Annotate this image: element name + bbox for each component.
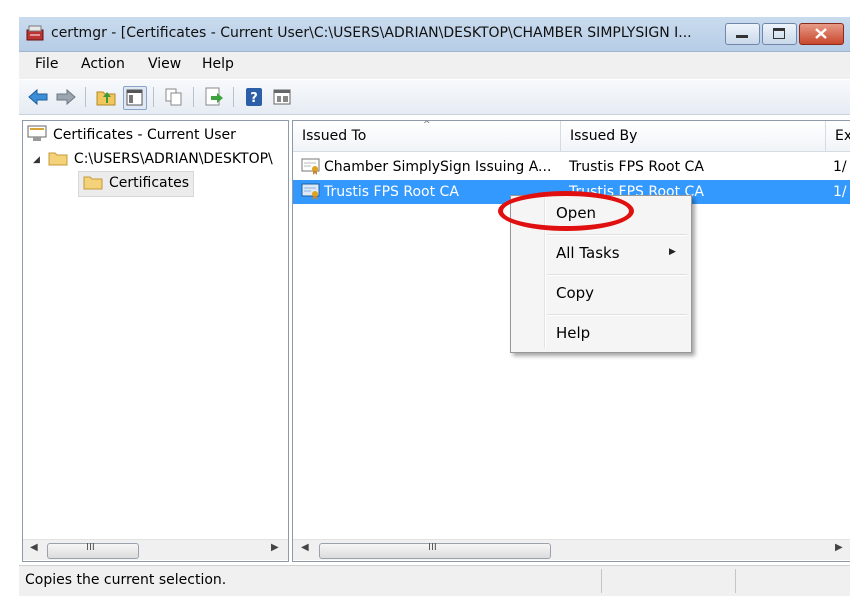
menu-view[interactable]: View (148, 56, 181, 72)
tree-item-certificates[interactable]: Certificates (78, 171, 195, 197)
show-hide-tree-icon[interactable] (123, 86, 147, 110)
up-folder-icon[interactable] (95, 86, 117, 108)
highlight-ellipse (498, 191, 634, 231)
cell-expiration: 1/ (833, 159, 847, 175)
cell-expiration: 1/ (833, 184, 847, 200)
window-title: certmgr - [Certificates - Current User\C… (51, 25, 692, 41)
menu-help[interactable]: Help (202, 56, 234, 72)
status-separator (735, 569, 736, 593)
context-menu-all-tasks[interactable]: All Tasks (556, 244, 620, 262)
close-button[interactable] (799, 23, 844, 45)
toolbar-separator (153, 87, 154, 107)
tree-pane[interactable]: Certificates - Current User ◢ C:\USERS\A… (22, 120, 289, 562)
certificate-manager-icon (26, 25, 44, 41)
scroll-left-arrow-icon[interactable]: ◀ (30, 542, 38, 553)
title-bar[interactable]: certmgr - [Certificates - Current User\C… (19, 17, 850, 52)
column-header-expiration[interactable]: Ex (826, 121, 850, 152)
folder-icon (83, 174, 103, 194)
column-header-issued-by[interactable]: Issued By (561, 121, 826, 152)
scroll-right-arrow-icon[interactable]: ▶ (271, 542, 279, 553)
cell-issued-by: Trustis FPS Root CA (569, 159, 704, 175)
scrollbar-thumb[interactable]: III (319, 542, 551, 559)
toolbar-separator (233, 87, 234, 107)
minimize-button[interactable] (725, 23, 760, 45)
svg-text:?: ? (250, 91, 258, 106)
menu-action[interactable]: Action (81, 56, 125, 72)
grip-icon: III (428, 542, 437, 553)
context-menu-copy[interactable]: Copy (556, 284, 594, 302)
tree-folder-label: C:\USERS\ADRIAN\DESKTOP\ (73, 151, 273, 167)
help-icon[interactable]: ? (243, 86, 265, 108)
status-separator (601, 569, 602, 593)
certificate-icon (301, 183, 321, 209)
tree-root[interactable]: Certificates - Current User (27, 125, 236, 146)
sort-ascending-icon: ^ (423, 120, 431, 130)
context-menu-separator (547, 274, 687, 276)
status-bar: Copies the current selection. (19, 565, 850, 596)
submenu-arrow-icon: ▶ (669, 247, 676, 257)
grip-icon: III (86, 542, 95, 553)
column-header-label: Ex (835, 128, 850, 144)
context-menu-separator (547, 314, 687, 316)
expanded-triangle-icon: ◢ (33, 155, 40, 165)
column-header-issued-to[interactable]: Issued To ^ (293, 121, 561, 152)
tree-horizontal-scrollbar[interactable]: ◀ III ▶ (23, 539, 288, 560)
column-header-label: Issued To (302, 128, 367, 144)
back-arrow-icon[interactable] (27, 86, 49, 108)
scroll-right-arrow-icon[interactable]: ▶ (835, 542, 843, 553)
status-text: Copies the current selection. (25, 572, 227, 588)
scrollbar-thumb[interactable]: III (47, 542, 139, 559)
tree-item-label: Certificates (109, 175, 190, 191)
copy-icon[interactable] (163, 86, 185, 108)
menu-bar: File Action View Help (19, 52, 850, 79)
tree-root-label: Certificates - Current User (53, 127, 236, 143)
certificate-store-icon (27, 125, 47, 146)
export-list-icon[interactable] (203, 86, 225, 108)
menu-file[interactable]: File (35, 56, 58, 72)
toolbar-separator (193, 87, 194, 107)
tree-folder-desktop[interactable]: ◢ C:\USERS\ADRIAN\DESKTOP\ (33, 150, 273, 170)
table-row[interactable]: Chamber SimplySign Issuing A... Trustis … (293, 155, 850, 179)
properties-icon[interactable] (271, 86, 293, 108)
column-header-label: Issued By (570, 128, 638, 144)
toolbar: ? (19, 80, 850, 115)
folder-icon (48, 150, 68, 170)
context-menu-separator (547, 234, 687, 236)
toolbar-separator (85, 87, 86, 107)
list-horizontal-scrollbar[interactable]: ◀ III ▶ (293, 539, 850, 560)
context-menu-help[interactable]: Help (556, 324, 590, 342)
cell-issued-to: Chamber SimplySign Issuing A... (324, 159, 552, 175)
scroll-left-arrow-icon[interactable]: ◀ (301, 542, 309, 553)
forward-arrow-icon[interactable] (55, 86, 77, 108)
cell-issued-to: Trustis FPS Root CA (324, 184, 459, 200)
maximize-button[interactable] (762, 23, 797, 45)
